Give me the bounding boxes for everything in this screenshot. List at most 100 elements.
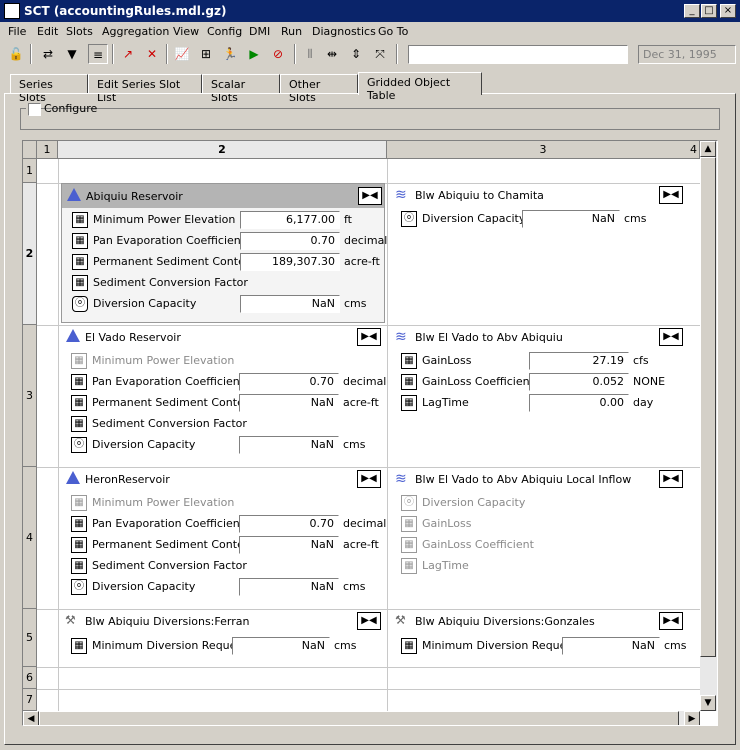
object-panel-blw-elvado[interactable]: ≋ Blw El Vado to Abv Abiquiu ▶◀ ▦ GainLo… (391, 325, 691, 465)
table-slot-icon[interactable]: ▦ (401, 516, 417, 532)
table-slot-icon[interactable]: ▦ (72, 233, 88, 249)
fit-height-icon[interactable]: ⇕ (346, 44, 366, 64)
scalar-slot-icon[interactable]: ⓞ (401, 211, 417, 227)
menu-edit[interactable]: Edit (37, 25, 58, 38)
scalar-slot-icon[interactable]: ⓞ (71, 579, 87, 595)
col-header-3[interactable]: 3 (387, 141, 700, 159)
table-slot-icon[interactable]: ▦ (401, 558, 417, 574)
slot-value[interactable]: NaN (239, 394, 339, 412)
row-header-5[interactable]: 5 (23, 609, 37, 667)
slot-label[interactable]: Pan Evaporation Coefficient (92, 375, 244, 388)
slot-label[interactable]: LagTime (422, 396, 469, 409)
search-input[interactable] (408, 45, 628, 64)
collapse-icon[interactable]: ▶◀ (659, 328, 683, 346)
slot-label[interactable]: Minimum Diversion Request (422, 639, 576, 652)
object-panel-blw-chamita[interactable]: ≋ Blw Abiquiu to Chamita ▶◀ ⓞ Diversion … (391, 183, 691, 323)
slot-label[interactable]: Pan Evaporation Coefficient (92, 517, 244, 530)
table-slot-icon[interactable]: ▦ (401, 353, 417, 369)
row-header-1[interactable]: 1 (23, 159, 37, 183)
object-name[interactable]: Blw Abiquiu Diversions:Ferran (85, 615, 249, 628)
table-slot-icon[interactable]: ▦ (401, 537, 417, 553)
collapse-icon[interactable]: ▶◀ (659, 186, 683, 204)
slot-label[interactable]: LagTime (422, 559, 469, 572)
horizontal-scroll-thumb[interactable] (39, 711, 679, 725)
tab-other-slots[interactable]: Other Slots (280, 74, 358, 104)
menu-view[interactable]: View (173, 25, 199, 38)
object-name[interactable]: HeronReservoir (85, 473, 170, 486)
slot-label[interactable]: Diversion Capacity (422, 212, 525, 225)
object-panel-ferran[interactable]: ⚒ Blw Abiquiu Diversions:Ferran ▶◀ ▦ Min… (61, 609, 385, 665)
slot-value[interactable]: 27.19 (529, 352, 629, 370)
scroll-up-icon[interactable]: ▲ (700, 141, 716, 157)
horizontal-scrollbar[interactable]: ◀ ▶ (23, 711, 700, 725)
calculator-icon[interactable]: ⊞ (196, 44, 216, 64)
slot-value[interactable]: NaN (522, 210, 620, 228)
close-button[interactable]: × (720, 4, 736, 18)
object-panel-elvado[interactable]: El Vado Reservoir ▶◀ ▦ Minimum Power Ele… (61, 325, 386, 465)
table-slot-icon[interactable]: ▦ (71, 374, 87, 390)
slot-value[interactable]: NaN (232, 637, 330, 655)
plot-icon[interactable]: 📈 (172, 44, 192, 64)
row-header-2[interactable]: 2 (23, 183, 37, 325)
slot-label[interactable]: Minimum Power Elevation (93, 213, 235, 226)
slot-value[interactable]: 0.70 (239, 373, 339, 391)
slot-label[interactable]: Permanent Sediment Content (92, 396, 255, 409)
table-slot-icon[interactable]: ▦ (71, 516, 87, 532)
edit-series-icon[interactable]: ⇄ (38, 44, 58, 64)
maximize-button[interactable]: □ (701, 4, 717, 18)
fit-width-icon[interactable]: ⇹ (322, 44, 342, 64)
configure-checkbox[interactable] (28, 103, 41, 116)
collapse-icon[interactable]: ▶◀ (357, 612, 381, 630)
slot-value[interactable]: 6,177.00 (240, 211, 340, 229)
slot-label[interactable]: Minimum Diversion Request (92, 639, 246, 652)
row-header-4[interactable]: 4 (23, 467, 37, 609)
menu-dmi[interactable]: DMI (249, 25, 270, 38)
table-slot-icon[interactable]: ▦ (401, 374, 417, 390)
collapse-icon[interactable]: ▶◀ (357, 470, 381, 488)
table-slot-icon[interactable]: ▦ (71, 638, 87, 654)
menu-goto[interactable]: Go To (378, 25, 408, 38)
slot-value[interactable]: 0.70 (240, 232, 340, 250)
slot-label[interactable]: Sediment Conversion Factor (93, 276, 248, 289)
vertical-scrollbar[interactable]: ▲ ▼ (700, 141, 717, 711)
scroll-right-icon[interactable]: ▶ (684, 711, 700, 725)
slot-label[interactable]: Sediment Conversion Factor (92, 417, 247, 430)
delete-slot-icon[interactable]: ✕ (142, 44, 162, 64)
slot-value[interactable]: 0.70 (239, 515, 339, 533)
object-name[interactable]: El Vado Reservoir (85, 331, 181, 344)
scroll-down-icon[interactable]: ▼ (700, 695, 716, 711)
slot-label[interactable]: Permanent Sediment Content (92, 538, 255, 551)
object-panel-gonzales[interactable]: ⚒ Blw Abiquiu Diversions:Gonzales ▶◀ ▦ M… (391, 609, 691, 665)
menu-file[interactable]: File (8, 25, 26, 38)
table-slot-icon[interactable]: ▦ (401, 638, 417, 654)
slot-label[interactable]: Diversion Capacity (92, 580, 195, 593)
scalar-slot-icon[interactable]: ⓞ (401, 495, 417, 511)
slot-label[interactable]: Permanent Sediment Content (93, 255, 256, 268)
slot-label[interactable]: GainLoss (422, 517, 471, 530)
tab-edit-series-slot-list[interactable]: Edit Series Slot List (88, 74, 202, 104)
list-view-icon[interactable]: ≡ (88, 44, 108, 64)
menu-run[interactable]: Run (281, 25, 302, 38)
open-slot-icon[interactable]: ↗ (118, 44, 138, 64)
col-header-1[interactable]: 1 (37, 141, 58, 159)
filter-icon[interactable]: ▼ (62, 44, 82, 64)
row-header-7[interactable]: 7 (23, 689, 37, 711)
minimize-button[interactable]: _ (684, 4, 700, 18)
table-slot-icon[interactable]: ▦ (401, 395, 417, 411)
slot-label[interactable]: Diversion Capacity (92, 438, 195, 451)
object-panel-heron[interactable]: HeronReservoir ▶◀ ▦ Minimum Power Elevat… (61, 467, 386, 607)
vertical-scroll-thumb[interactable] (700, 157, 716, 657)
collapse-icon[interactable]: ▶◀ (358, 187, 382, 205)
slot-value[interactable]: 189,307.30 (240, 253, 340, 271)
slot-label[interactable]: Diversion Capacity (93, 297, 196, 310)
slot-value[interactable]: NaN (562, 637, 660, 655)
slot-label[interactable]: Minimum Power Elevation (92, 354, 234, 367)
slot-label[interactable]: Diversion Capacity (422, 496, 525, 509)
scalar-slot-icon[interactable]: ⓞ (72, 296, 88, 312)
table-slot-icon[interactable]: ▦ (71, 416, 87, 432)
row-header-6[interactable]: 6 (23, 667, 37, 689)
slot-value[interactable]: 0.052 (529, 373, 629, 391)
collapse-icon[interactable]: ▶◀ (357, 328, 381, 346)
menu-config[interactable]: Config (207, 25, 242, 38)
fit-all-icon[interactable]: ⤧ (370, 44, 390, 64)
